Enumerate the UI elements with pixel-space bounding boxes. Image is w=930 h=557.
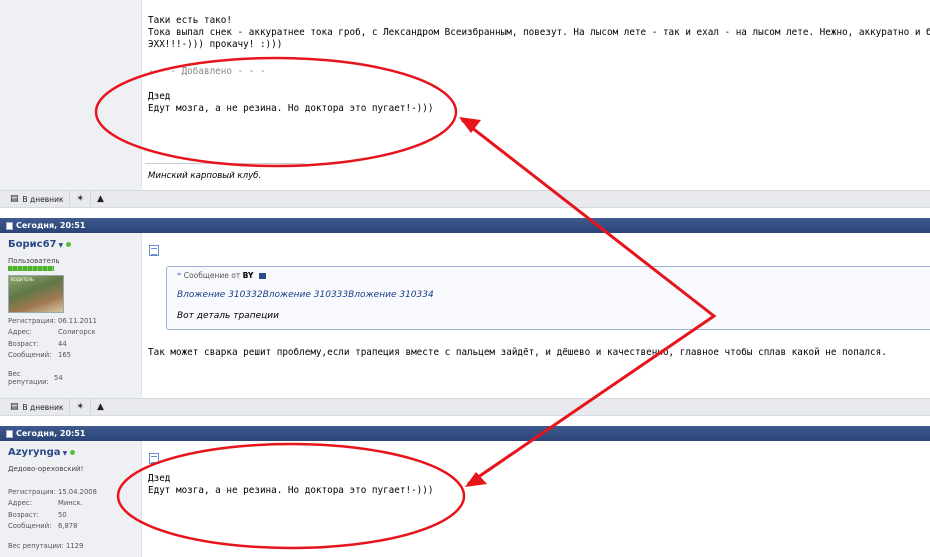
post2-date: Сегодня, 20:51	[16, 221, 86, 230]
diary-label: В дневник	[22, 402, 64, 412]
diary-label: В дневник	[22, 194, 64, 204]
stat-value: Минск.	[58, 499, 83, 508]
avatar[interactable]: ВОДИТЕЛЬ	[8, 275, 64, 313]
post2-user-stats: Регистрация: 06.11.2011 Адрес: Солигорск В…	[8, 315, 128, 386]
post3-content	[143, 441, 930, 557]
stat-key: Адрес:	[8, 328, 32, 337]
stat-key: Сообщений:	[8, 522, 52, 531]
avatar-caption: ВОДИТЕЛЬ	[11, 277, 34, 282]
post3-username[interactable]: Azyrynga ▼	[8, 447, 76, 458]
post2-body: Так может сварка решит проблему,если тра…	[148, 347, 887, 358]
stat-key: Регистрация:	[8, 316, 56, 325]
star-button[interactable]: ✶	[70, 191, 92, 207]
stat-value: 165	[58, 351, 71, 360]
post2-toolbar: ▤ В дневник ✶ ▲	[0, 398, 930, 416]
post1-user-sidebar	[0, 0, 142, 190]
post3-quote-author: Дзед	[148, 473, 171, 484]
quote-label: Сообщение от	[183, 271, 241, 280]
report-button[interactable]: ▲	[91, 399, 110, 415]
stat-key: Вес репутации:	[8, 369, 49, 386]
signature-divider	[145, 163, 305, 164]
stat-key: Адрес:	[8, 499, 32, 508]
stat-value: 54	[54, 373, 63, 382]
stat-row: Адрес: Солигорск	[8, 327, 128, 339]
post1-quote-author: Дзед	[148, 91, 171, 102]
post3-user-title: Дедово-ореховский!	[8, 465, 84, 473]
stat-value: 50	[58, 510, 67, 519]
stat-row: Возраст: 50	[8, 509, 128, 521]
post1-line-1: Таки есть тако!	[148, 15, 232, 26]
post-icon	[149, 453, 159, 464]
star-button[interactable]: ✶	[70, 399, 92, 415]
post-document-icon	[6, 221, 13, 230]
reputation-bar	[8, 266, 54, 271]
post3-user-stats: Регистрация: 15.04.2008 Адрес: Минск. Возр…	[8, 486, 128, 552]
stat-value: 1129	[66, 541, 84, 550]
quote-attachments-link[interactable]: Вложение 310332Вложение 310333Вложение 3…	[177, 290, 434, 300]
stat-value: 6,878	[58, 522, 78, 531]
signature: Минский карповый клуб.	[148, 171, 262, 181]
post1-line-3: ЭХХ!!!-))) прокачу! :)))	[148, 39, 283, 50]
post-icon	[149, 245, 159, 256]
chevron-down-icon: ▼	[62, 450, 68, 457]
star-icon: ✶	[76, 402, 85, 412]
post3-date: Сегодня, 20:51	[16, 429, 86, 438]
stat-value: 06.11.2011	[58, 316, 97, 325]
warning-icon: ▲	[97, 194, 104, 204]
quote-author: BY	[242, 271, 254, 280]
stat-value: 44	[58, 339, 67, 348]
stat-row: Сообщений: 165	[8, 350, 128, 362]
quote-block: ❝ Сообщение от BY Вложение 310332Вложени…	[166, 266, 930, 330]
stat-row: Регистрация: 06.11.2011	[8, 315, 128, 327]
added-divider: - - - Добавлено - - -	[148, 66, 266, 77]
post2-header: Сегодня, 20:51	[0, 218, 930, 233]
stat-row: Регистрация: 15.04.2008	[8, 486, 128, 498]
online-status-icon	[66, 241, 72, 247]
post3-quote-text: Едут мозга, а не резина. Но доктора это …	[148, 485, 434, 496]
diary-button[interactable]: ▤ В дневник	[0, 399, 71, 415]
online-status-icon	[70, 449, 76, 455]
post2-username[interactable]: Борис67 ▼	[8, 239, 72, 250]
stat-key: Возраст:	[8, 339, 39, 348]
stat-row: Адрес: Минск.	[8, 498, 128, 510]
quote-marks-icon: ❝	[177, 271, 182, 280]
stat-key: Вес репутации:	[8, 541, 64, 550]
stat-key: Регистрация:	[8, 487, 56, 496]
stat-row: Возраст: 44	[8, 338, 128, 350]
post2-username-text: Борис67	[8, 239, 57, 250]
diary-icon: ▤	[10, 402, 19, 412]
post1-line-2: Тока выпал снек - аккуратнее тока гроб, …	[148, 27, 930, 38]
post3-header: Сегодня, 20:51	[0, 426, 930, 441]
diary-button[interactable]: ▤ В дневник	[0, 191, 71, 207]
star-icon: ✶	[76, 194, 85, 204]
diary-icon: ▤	[10, 194, 19, 204]
warning-icon: ▲	[97, 402, 104, 412]
quote-header: ❝ Сообщение от BY	[177, 271, 266, 280]
report-button[interactable]: ▲	[91, 191, 110, 207]
stat-value: Солигорск	[58, 328, 96, 337]
stat-key: Сообщений:	[8, 351, 52, 360]
quote-text: Вот деталь трапеции	[177, 311, 279, 321]
stat-value: 15.04.2008	[58, 487, 97, 496]
view-post-icon[interactable]	[258, 273, 266, 279]
post-document-icon	[6, 429, 13, 438]
post2-user-title: Пользователь	[8, 257, 60, 265]
stat-row: Вес репутации: 1129	[8, 540, 128, 552]
post3-username-text: Azyrynga	[8, 447, 61, 458]
stat-row: Сообщений: 6,878	[8, 521, 128, 533]
post1-toolbar: ▤ В дневник ✶ ▲	[0, 190, 930, 208]
post1-quote-text: Едут мозга, а не резина. Но доктора это …	[148, 103, 434, 114]
stat-key: Возраст:	[8, 510, 39, 519]
stat-row: Вес репутации: 54	[8, 369, 128, 386]
chevron-down-icon: ▼	[58, 242, 64, 249]
